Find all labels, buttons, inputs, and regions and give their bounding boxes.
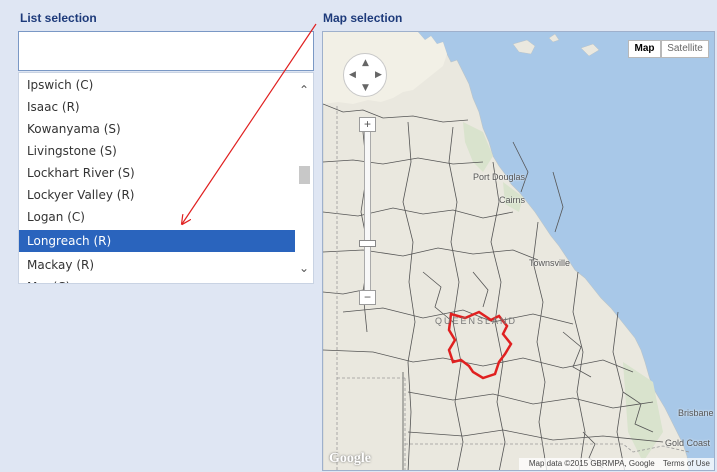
place-label-gold-coast: Gold Coast [665, 438, 711, 448]
place-label-brisbane: Brisbane [678, 408, 714, 418]
list-item[interactable]: Lockyer Valley (R) [19, 184, 297, 206]
list-item[interactable]: Logan (C) [19, 206, 297, 228]
chevron-up-icon[interactable]: ⌃ [295, 81, 313, 99]
island [548, 33, 560, 43]
pan-control[interactable]: ▲ ▼ ◀ ▶ [343, 53, 387, 97]
island [512, 39, 536, 55]
attribution-text: Map data ©2015 GBRMPA, Google [528, 459, 655, 468]
top-strip [0, 0, 717, 8]
zoom-slider-handle[interactable] [359, 240, 376, 247]
list-item[interactable]: Kowanyama (S) [19, 118, 297, 140]
list-item[interactable]: Isaac (R) [19, 96, 297, 118]
pan-left-icon[interactable]: ◀ [349, 71, 356, 80]
list-item[interactable]: Lockhart River (S) [19, 162, 297, 184]
list-item[interactable]: Ipswich (C) [19, 74, 297, 96]
region-label-queensland: QUEENSLAND [435, 316, 518, 326]
scroll-thumb[interactable] [299, 166, 310, 184]
map-canvas[interactable] [323, 32, 715, 471]
chevron-down-icon[interactable]: ⌄ [295, 259, 313, 277]
zoom-in-button[interactable]: + [359, 117, 376, 132]
lga-listbox[interactable]: Ipswich (C) Isaac (R) Kowanyama (S) Livi… [18, 72, 314, 284]
place-label-port-douglas: Port Douglas [473, 172, 526, 182]
search-input[interactable] [18, 31, 314, 71]
zoom-out-button[interactable]: − [359, 290, 376, 305]
terms-of-use-link[interactable]: Terms of Use [663, 459, 710, 468]
list-scrollbar[interactable]: ⌃ ⌄ [295, 73, 313, 283]
list-item[interactable]: M... (C) [19, 276, 297, 283]
pan-up-icon[interactable]: ▲ [362, 59, 369, 68]
list-item-selected[interactable]: Longreach (R) [19, 230, 297, 252]
list-item[interactable]: Livingstone (S) [19, 140, 297, 162]
google-logo[interactable]: Google [329, 451, 371, 467]
list-item[interactable]: Mackay (R) [19, 254, 297, 276]
map-view[interactable]: Map Satellite ▲ ▼ ◀ ▶ + − Port Douglas C… [322, 31, 715, 471]
map-attribution: Map data ©2015 GBRMPA, Google Terms of U… [518, 458, 714, 470]
pan-down-icon[interactable]: ▼ [362, 84, 369, 93]
map-type-map-button[interactable]: Map [628, 40, 661, 58]
place-label-townsville: Townsville [529, 258, 571, 268]
pan-right-icon[interactable]: ▶ [375, 71, 382, 80]
map-type-satellite-button[interactable]: Satellite [661, 40, 709, 58]
zoom-slider-track[interactable] [364, 132, 371, 290]
map-selection-label: Map selection [323, 11, 403, 25]
list-selection-label: List selection [20, 11, 97, 25]
place-label-cairns: Cairns [499, 195, 526, 205]
island [580, 43, 600, 57]
